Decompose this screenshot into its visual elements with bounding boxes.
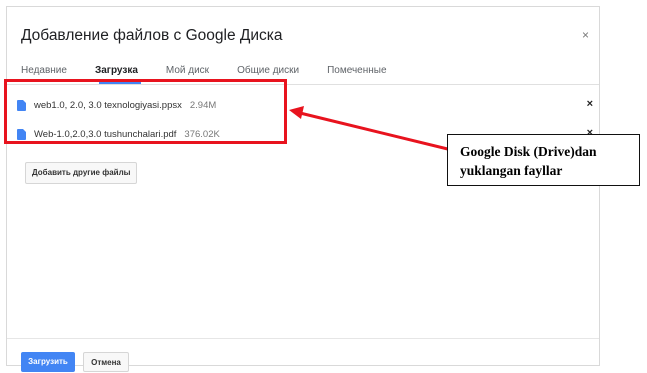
annotation-callout: Google Disk (Drive)dan yuklangan fayllar	[447, 134, 640, 186]
annotation-line-1: Google Disk (Drive)dan	[460, 144, 597, 159]
annotation-line-2: yuklangan fayllar	[460, 163, 563, 178]
